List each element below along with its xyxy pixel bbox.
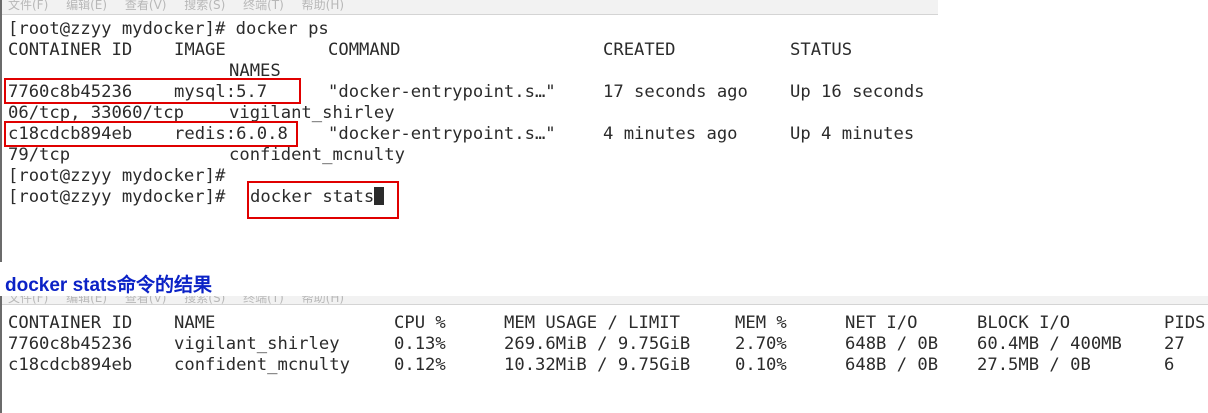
stats-header-row: CONTAINER ID NAME CPU % MEM USAGE / LIMI… [8,313,1208,334]
stats-row2-name: confident_mcnulty [174,355,350,375]
menu-view[interactable]: 查看(V) [125,0,167,12]
highlight-box-mysql [4,78,301,104]
stats-row2-container-id: c18cdcb894eb [8,355,133,375]
stats-row2-mem-pct: 0.10% [735,355,787,375]
stats-header-pids: PIDS [1164,313,1206,333]
highlight-box-docker-stats [247,181,399,219]
stats-header-net-io: NET I/O [845,313,918,333]
stats-row2-cpu: 0.12% [394,355,446,375]
ps-header-container-id: CONTAINER ID [8,40,133,60]
stats-header-cpu: CPU % [394,313,446,333]
stats-row2-pids: 6 [1164,355,1175,375]
stats-row1-pids: 27 [1164,334,1185,354]
stats-row2-mem-usage: 10.32MiB / 9.75GiB [504,355,691,375]
stats-header-container-id: CONTAINER ID [8,313,133,333]
menu-edit[interactable]: 编辑(E) [66,296,107,304]
menu-file[interactable]: 文件(F) [8,296,48,304]
stats-header-mem-usage: MEM USAGE / LIMIT [504,313,680,333]
stats-row1-container-id: 7760c8b45236 [8,334,133,354]
stats-header-name: NAME [174,313,216,333]
stats-table-row: c18cdcb894eb confident_mcnulty 0.12% 10.… [8,355,1208,376]
ps-header-command: COMMAND [328,40,401,60]
stats-row1-net-io: 648B / 0B [845,334,939,354]
ps-row1-command: "docker-entrypoint.s…" [328,82,556,102]
stats-row1-mem-pct: 2.70% [735,334,787,354]
menu-search[interactable]: 搜索(S) [184,0,225,12]
ps-header-image: IMAGE [174,40,226,60]
ps-row2-command: "docker-entrypoint.s…" [328,124,556,144]
ps-header-status: STATUS [790,40,853,60]
ps-header-row: CONTAINER ID IMAGE COMMAND CREATED STATU… [8,40,928,61]
menu-view[interactable]: 查看(V) [125,296,167,304]
empty-prompt: [root@zzyy mydocker]# [8,166,226,186]
menu-search[interactable]: 搜索(S) [184,296,225,304]
ps-row1-created: 17 seconds ago [603,82,748,102]
menu-edit[interactable]: 编辑(E) [66,0,107,12]
stats-row2-net-io: 648B / 0B [845,355,939,375]
ps-header-created: CREATED [603,40,676,60]
terminal-window-stats[interactable]: 文件(F) 编辑(E) 查看(V) 搜索(S) 终端(T) 帮助(H) CONT… [0,296,1208,413]
ps-row2-names: confident_mcnulty [229,145,405,165]
stats-row1-cpu: 0.13% [394,334,446,354]
menu-file[interactable]: 文件(F) [8,0,48,12]
stats-row1-name: vigilant_shirley [174,334,340,354]
current-prompt: [root@zzyy mydocker]# [8,187,226,207]
stats-row1-mem-usage: 269.6MiB / 9.75GiB [504,334,691,354]
menu-terminal[interactable]: 终端(T) [243,0,284,12]
stats-row1-block-io: 60.4MB / 400MB [977,334,1122,354]
menu-terminal[interactable]: 终端(T) [243,296,284,304]
stats-row2-block-io: 27.5MB / 0B [977,355,1091,375]
caption-docker-stats-result: docker stats命令的结果 [5,275,212,296]
ps-table-row-wrap: 79/tcp confident_mcnulty [8,145,928,166]
stats-header-block-io: BLOCK I/O [977,313,1071,333]
terminal-menubar: 文件(F) 编辑(E) 查看(V) 搜索(S) 终端(T) 帮助(H) [2,296,1208,305]
terminal-window-ps[interactable]: 文件(F) 编辑(E) 查看(V) 搜索(S) 终端(T) 帮助(H) [roo… [0,0,938,262]
prompt-docker-ps: [root@zzyy mydocker]# docker ps [8,19,329,39]
stats-header-mem-pct: MEM % [735,313,787,333]
ps-row2-ports: 79/tcp [8,145,71,165]
stats-table-row: 7760c8b45236 vigilant_shirley 0.13% 269.… [8,334,1208,355]
terminal-menubar: 文件(F) 编辑(E) 查看(V) 搜索(S) 终端(T) 帮助(H) [2,0,938,15]
ps-row2-created: 4 minutes ago [603,124,738,144]
ps-row1-status: Up 16 seconds [790,82,925,102]
menu-help[interactable]: 帮助(H) [302,0,344,12]
highlight-box-redis [4,121,298,147]
menu-help[interactable]: 帮助(H) [302,296,344,304]
ps-row2-status: Up 4 minutes [790,124,915,144]
